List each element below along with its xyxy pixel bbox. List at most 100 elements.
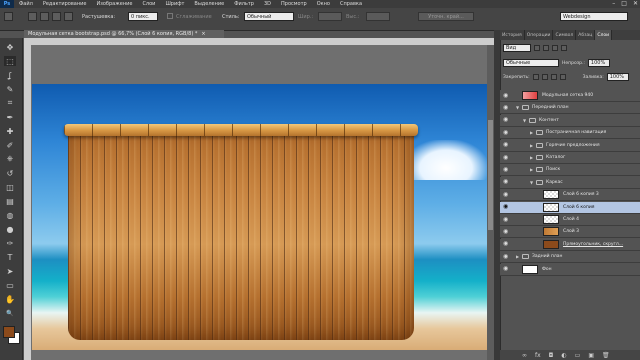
layer-row[interactable]: ◉ ▼ Передний план <box>500 102 640 115</box>
eye-icon[interactable]: ◉ <box>503 204 511 210</box>
heal-tool-icon[interactable]: ✚ <box>4 126 16 136</box>
intersect-selection-icon[interactable] <box>64 12 73 21</box>
eye-icon[interactable]: ◉ <box>503 253 511 260</box>
menu-view[interactable]: Просмотр <box>276 1 312 7</box>
chevron-right-icon[interactable]: ▶ <box>516 254 519 259</box>
eye-icon[interactable]: ◉ <box>503 241 511 247</box>
filter-type-icon[interactable] <box>552 45 558 51</box>
fill-input[interactable]: 100% <box>606 73 629 81</box>
eraser-tool-icon[interactable]: ◫ <box>4 182 16 192</box>
eye-icon[interactable]: ◉ <box>503 266 511 272</box>
zoom-tool-icon[interactable]: 🔍 <box>4 308 16 318</box>
chevron-down-icon[interactable]: ▼ <box>516 105 519 110</box>
tab-history[interactable]: История <box>500 30 525 40</box>
path-select-tool-icon[interactable]: ➤ <box>4 266 16 276</box>
menu-image[interactable]: Изображение <box>91 1 137 7</box>
pen-tool-icon[interactable]: ✑ <box>4 238 16 248</box>
tab-close-icon[interactable]: × <box>201 31 205 37</box>
stamp-tool-icon[interactable]: ⎈ <box>4 154 16 164</box>
menu-3d[interactable]: 3D <box>259 1 276 7</box>
quick-select-tool-icon[interactable]: ✎ <box>4 84 16 94</box>
menu-window[interactable]: Окно <box>312 1 335 7</box>
style-select[interactable]: Обычный <box>244 12 294 21</box>
menu-file[interactable]: Файл <box>14 1 38 7</box>
chevron-down-icon[interactable]: ▼ <box>523 118 526 123</box>
type-tool-icon[interactable]: T <box>4 252 16 262</box>
foreground-color-swatch[interactable] <box>3 326 15 338</box>
eye-icon[interactable]: ◉ <box>503 166 511 173</box>
layer-row[interactable]: ◉ ▶ Поиск <box>500 164 640 177</box>
close-button[interactable]: ✕ <box>633 0 638 7</box>
new-selection-icon[interactable] <box>28 12 37 21</box>
menu-type[interactable]: Шрифт <box>160 1 189 7</box>
lasso-tool-icon[interactable]: ʆ <box>4 70 16 80</box>
layer-row[interactable]: ◉ ▶ Горячие предложения <box>500 139 640 152</box>
lock-position-icon[interactable] <box>550 74 557 80</box>
chevron-right-icon[interactable]: ▶ <box>530 143 533 148</box>
lock-pixels-icon[interactable] <box>532 74 539 80</box>
menu-help[interactable]: Справка <box>335 1 367 7</box>
chevron-down-icon[interactable]: ▼ <box>530 180 533 185</box>
eye-icon[interactable]: ◉ <box>503 191 511 198</box>
eye-icon[interactable]: ◉ <box>503 142 511 148</box>
brush-tool-icon[interactable]: ✐ <box>4 140 16 150</box>
tab-layers[interactable]: Слои <box>595 30 613 40</box>
history-brush-tool-icon[interactable]: ↺ <box>4 168 16 178</box>
hand-tool-icon[interactable]: ✋ <box>4 294 16 304</box>
delete-layer-icon[interactable]: 🗑 <box>602 352 610 359</box>
add-selection-icon[interactable] <box>40 12 49 21</box>
opacity-input[interactable]: 100% <box>587 59 610 67</box>
subtract-selection-icon[interactable] <box>52 12 61 21</box>
shape-tool-icon[interactable]: ▭ <box>4 280 16 290</box>
scrollbar-thumb[interactable] <box>488 120 493 230</box>
menu-select[interactable]: Выделение <box>189 1 229 7</box>
gradient-tool-icon[interactable]: ▤ <box>4 196 16 206</box>
dodge-tool-icon[interactable]: ● <box>4 224 16 234</box>
eye-icon[interactable]: ◉ <box>503 104 511 111</box>
layer-style-icon[interactable]: fx <box>535 352 541 359</box>
filter-pixel-icon[interactable] <box>534 45 540 51</box>
minimize-button[interactable]: – <box>612 0 615 7</box>
feather-input[interactable]: 0 пикс. <box>128 12 158 21</box>
width-input[interactable] <box>318 12 342 21</box>
layer-row[interactable]: ◉ ▶ Постраничная навигация <box>500 127 640 140</box>
layer-row[interactable]: ◉ Слой 6 копия <box>500 201 640 214</box>
layer-row[interactable]: ◉ Слой 6 копия 3 <box>500 189 640 202</box>
lock-all-icon[interactable] <box>559 74 566 80</box>
tab-character[interactable]: Символ <box>553 30 577 40</box>
layer-row[interactable]: ◉ Модульная сетка 940 <box>500 90 640 102</box>
blur-tool-icon[interactable]: ◍ <box>4 210 16 220</box>
height-input[interactable] <box>366 12 390 21</box>
marquee-tool-icon[interactable]: ⬚ <box>4 56 16 66</box>
eye-icon[interactable]: ◉ <box>503 216 511 223</box>
eye-icon[interactable]: ◉ <box>503 117 511 123</box>
eye-icon[interactable]: ◉ <box>503 129 511 136</box>
chevron-right-icon[interactable]: ▶ <box>530 130 533 135</box>
crop-tool-icon[interactable]: ⌗ <box>4 98 16 108</box>
layer-row[interactable]: ◉ Фон <box>500 263 640 276</box>
filter-adjust-icon[interactable] <box>543 45 549 51</box>
layer-row[interactable]: ◉ ▶ Каталог <box>500 152 640 164</box>
tab-paragraph[interactable]: Абзац <box>576 30 596 40</box>
layer-row[interactable]: ◉ ▶ Задний план <box>500 251 640 264</box>
eyedropper-tool-icon[interactable]: ✒ <box>4 112 16 122</box>
home-icon[interactable] <box>4 12 13 21</box>
eye-icon[interactable]: ◉ <box>503 154 511 161</box>
new-group-icon[interactable]: ▭ <box>575 352 581 359</box>
document-tab[interactable]: Модульная сетка bootstrap.psd @ 66,7% (С… <box>24 30 224 38</box>
link-layers-icon[interactable]: ∞ <box>522 352 527 359</box>
menu-layers[interactable]: Слои <box>137 1 160 7</box>
adjustment-layer-icon[interactable]: ◐ <box>561 352 566 359</box>
antialias-checkbox[interactable] <box>167 13 173 19</box>
chevron-right-icon[interactable]: ▶ <box>530 155 533 160</box>
filter-shape-icon[interactable] <box>561 45 567 51</box>
layer-row[interactable]: ◉ ▼ Каркас <box>500 176 640 189</box>
menu-filter[interactable]: Фильтр <box>229 1 259 7</box>
layer-row[interactable]: ◉ Слой 3 <box>500 226 640 239</box>
layer-row[interactable]: ◉ Прямоугольник, скругл... <box>500 238 640 251</box>
chevron-right-icon[interactable]: ▶ <box>530 167 533 172</box>
eye-icon[interactable]: ◉ <box>503 228 511 235</box>
menu-edit[interactable]: Редактирование <box>38 1 92 7</box>
workspace-select[interactable]: Webdesign <box>560 12 628 21</box>
move-tool-icon[interactable]: ✥ <box>4 42 16 52</box>
